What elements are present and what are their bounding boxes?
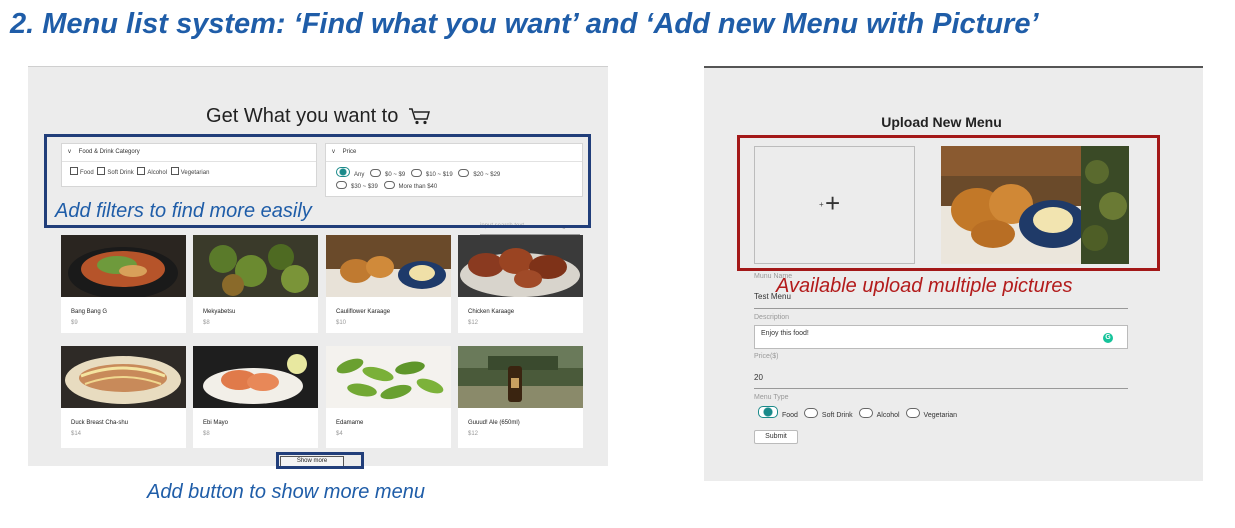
menu-card[interactable]: Ebi Mayo $8 [193, 346, 318, 448]
filter-annotation: Add filters to find more easily [55, 200, 312, 222]
menu-list-screen: Get What you want to v Food & Drink Cate… [28, 66, 608, 469]
menu-card[interactable]: Chicken Karaage $12 [458, 235, 583, 333]
menu-price: $9 [71, 320, 78, 326]
menu-name-underline [754, 308, 1128, 309]
option-label: Alcohol [876, 412, 900, 419]
menu-name: Chicken Karaage [468, 309, 515, 315]
cart-icon[interactable] [408, 107, 430, 125]
menu-type-options: Food Soft Drink Alcohol Vegetarian [754, 406, 957, 419]
menu-price: $12 [468, 320, 479, 326]
menu-price: $12 [468, 431, 479, 437]
menu-name: Mekyabetsu [203, 309, 236, 315]
radio-type-soft-drink[interactable] [803, 408, 818, 418]
show-more-highlight-box [276, 452, 364, 469]
menu-name: Duck Breast Cha-shu [71, 420, 129, 426]
menu-name: Guuud! Ale (650ml) [468, 420, 520, 426]
menu-photo [193, 235, 318, 297]
upload-menu-screen: Upload New Menu + + Munu Name Test Menu … [704, 66, 1203, 481]
submit-button[interactable]: Submit [754, 430, 798, 444]
page-heading-text: Get What you want to [206, 105, 399, 127]
menu-price: $8 [203, 431, 210, 437]
menu-card[interactable]: Edamame $4 [326, 346, 451, 448]
price-input[interactable]: 20 [754, 373, 763, 382]
radio-type-alcohol[interactable] [858, 408, 873, 418]
upload-heading: Upload New Menu [881, 114, 1002, 130]
menu-photo [326, 235, 451, 297]
description-textarea[interactable]: Enjoy this food! G [754, 325, 1128, 349]
menu-type-label: Menu Type [754, 394, 789, 401]
menu-card[interactable]: Cauliflower Karaage $10 [326, 235, 451, 333]
price-label: Price($) [754, 353, 779, 360]
menu-photo [193, 346, 318, 408]
menu-price: $10 [336, 320, 347, 326]
menu-card[interactable]: Bang Bang G $9 [61, 235, 186, 333]
slide-title: 2. Menu list system: ‘Find what you want… [10, 8, 1039, 40]
menu-price: $14 [71, 431, 82, 437]
page-heading: Get What you want to [28, 105, 608, 128]
option-label: Food [782, 412, 798, 419]
menu-price: $8 [203, 320, 210, 326]
menu-photo [458, 235, 583, 297]
show-more-annotation: Add button to show more menu [147, 481, 425, 503]
upload-highlight-box [737, 135, 1160, 271]
menu-card[interactable]: Mekyabetsu $8 [193, 235, 318, 333]
option-label: Vegetarian [923, 412, 958, 419]
upload-annotation: Available upload multiple pictures [776, 275, 1073, 297]
description-text: Enjoy this food! [761, 330, 809, 337]
menu-photo [61, 235, 186, 297]
option-label: Soft Drink [821, 412, 853, 419]
grammarly-icon[interactable]: G [1103, 333, 1113, 343]
menu-card[interactable]: Duck Breast Cha-shu $14 [61, 346, 186, 448]
menu-name: Bang Bang G [71, 309, 108, 315]
menu-name: Cauliflower Karaage [336, 309, 391, 315]
price-underline [754, 388, 1128, 389]
menu-name: Edamame [336, 420, 364, 426]
menu-photo [326, 346, 451, 408]
menu-price: $4 [336, 431, 343, 437]
menu-card[interactable]: Guuud! Ale (650ml) $12 [458, 346, 583, 448]
radio-type-vegetarian[interactable] [905, 408, 920, 418]
menu-photo [458, 346, 583, 408]
menu-photo [61, 346, 186, 408]
radio-type-food[interactable] [758, 406, 778, 418]
menu-name: Ebi Mayo [203, 420, 229, 426]
description-label: Description [754, 314, 790, 321]
